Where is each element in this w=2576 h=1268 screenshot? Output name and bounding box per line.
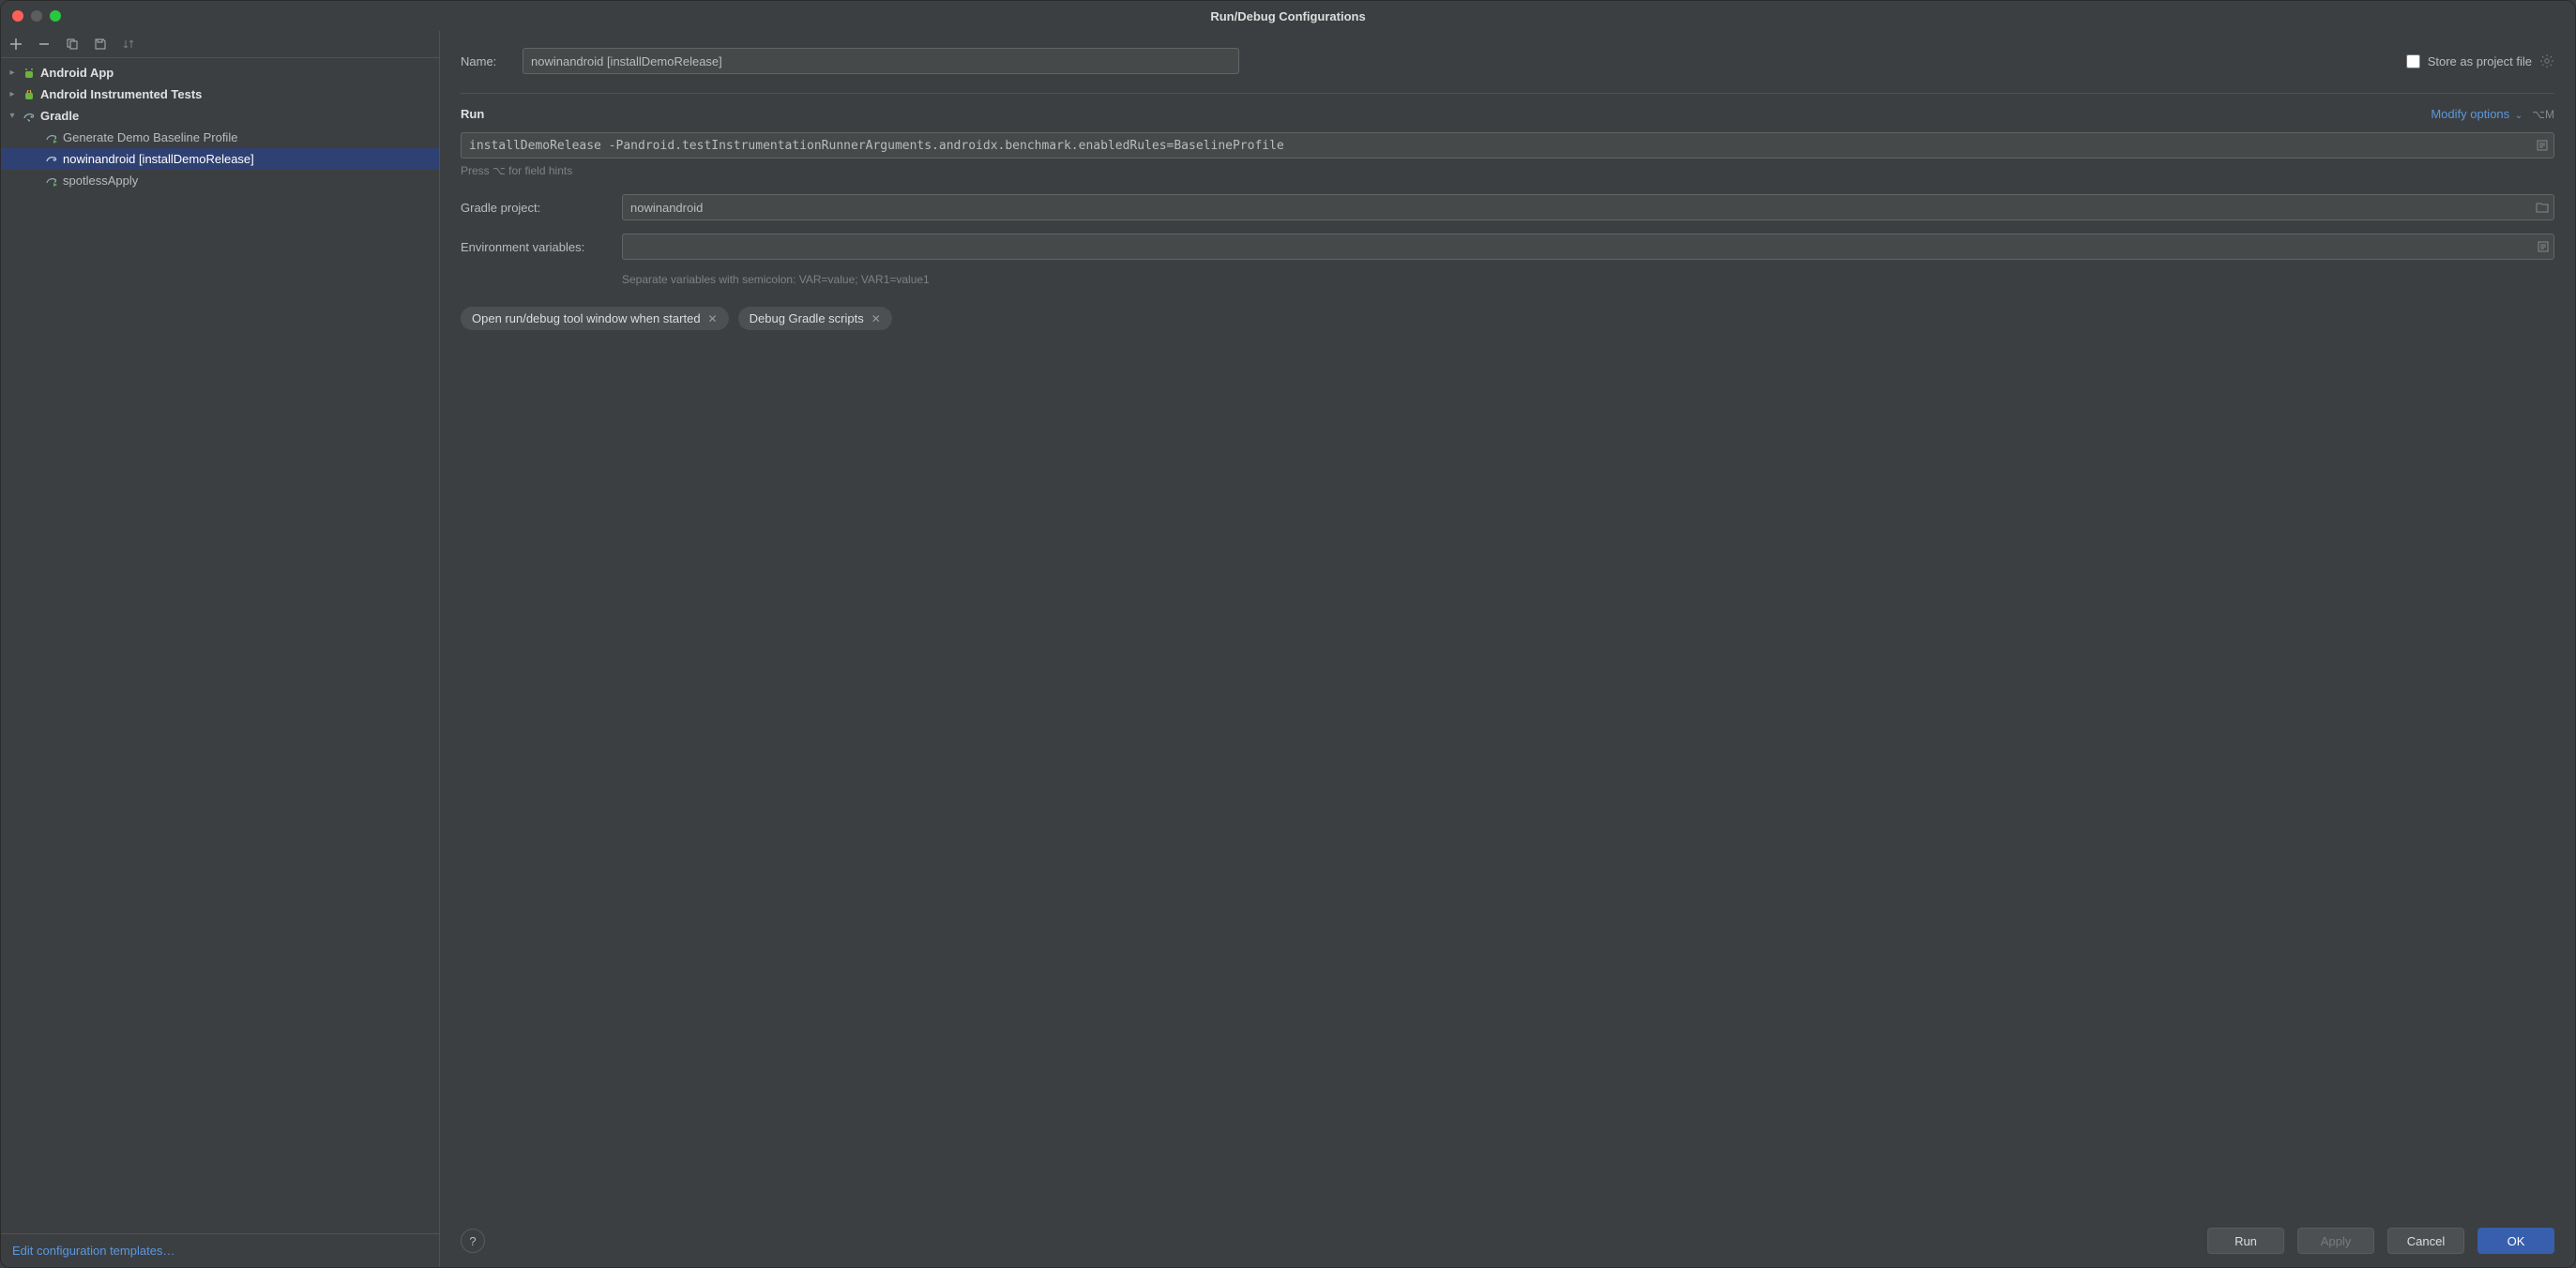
gradle-run-icon — [44, 130, 59, 145]
help-button[interactable]: ? — [461, 1229, 485, 1253]
chip-remove-icon[interactable]: ✕ — [871, 312, 881, 325]
tree-item-spotless-apply[interactable]: spotlessApply — [1, 170, 439, 191]
tree-group-android-tests[interactable]: ▸ Android Instrumented Tests — [1, 83, 439, 105]
run-section-header: Run Modify options ⌄ ⌥M — [461, 107, 2554, 121]
maximize-window-button[interactable] — [50, 10, 61, 22]
tree-label: Generate Demo Baseline Profile — [63, 130, 237, 144]
expand-field-icon[interactable] — [2537, 140, 2548, 151]
env-vars-row: Environment variables: — [461, 234, 2554, 260]
chevron-down-icon: ▾ — [7, 111, 18, 121]
tree-label: spotlessApply — [63, 174, 138, 188]
dialog-body: ▸ Android App ▸ Android Instrumented Tes… — [1, 31, 2575, 1267]
traffic-lights — [12, 10, 61, 22]
field-hint: Press ⌥ for field hints — [461, 164, 2554, 177]
apply-button[interactable]: Apply — [2297, 1228, 2374, 1254]
chevron-right-icon: ▸ — [7, 89, 18, 99]
gradle-icon — [44, 152, 59, 167]
divider — [461, 93, 2554, 94]
cancel-button[interactable]: Cancel — [2387, 1228, 2464, 1254]
tree-label: Android App — [40, 66, 114, 80]
gear-icon[interactable] — [2539, 53, 2554, 68]
copy-config-button[interactable] — [65, 37, 80, 52]
android-icon — [22, 66, 37, 81]
right-panel: Name: Store as project file Run Modify o… — [440, 31, 2575, 1267]
browse-folder-icon[interactable] — [2536, 202, 2549, 213]
remove-config-button[interactable] — [37, 37, 52, 52]
store-row: Store as project file — [2406, 53, 2554, 68]
edit-templates-link[interactable]: Edit configuration templates… — [12, 1244, 174, 1258]
tree-label: nowinandroid [installDemoRelease] — [63, 152, 254, 166]
edit-templates-container: Edit configuration templates… — [1, 1233, 439, 1267]
config-tree: ▸ Android App ▸ Android Instrumented Tes… — [1, 57, 439, 1233]
name-row: Name: Store as project file — [461, 48, 2554, 74]
modify-options-link[interactable]: Modify options ⌄ — [2431, 107, 2523, 121]
name-input[interactable] — [523, 48, 1239, 74]
expand-field-icon[interactable] — [2538, 241, 2549, 252]
modify-options-shortcut: ⌥M — [2532, 108, 2554, 121]
chip-label: Debug Gradle scripts — [750, 311, 864, 325]
action-buttons: Run Apply Cancel OK — [2207, 1228, 2554, 1254]
name-label: Name: — [461, 54, 506, 68]
gradle-run-icon — [44, 174, 59, 189]
option-chips: Open run/debug tool window when started … — [461, 307, 2554, 330]
gradle-project-label: Gradle project: — [461, 201, 622, 215]
dialog-window: Run/Debug Configurations — [0, 0, 2576, 1268]
chip-debug-gradle[interactable]: Debug Gradle scripts ✕ — [738, 307, 892, 330]
run-command-text: installDemoRelease -Pandroid.testInstrum… — [469, 139, 1284, 153]
dialog-footer: ? Run Apply Cancel OK — [440, 1215, 2575, 1267]
chip-label: Open run/debug tool window when started — [472, 311, 701, 325]
add-config-button[interactable] — [8, 37, 23, 52]
store-checkbox[interactable] — [2406, 54, 2420, 68]
sort-config-button[interactable] — [121, 37, 136, 52]
chip-remove-icon[interactable]: ✕ — [708, 312, 718, 325]
window-title: Run/Debug Configurations — [1210, 9, 1365, 23]
gradle-project-row: Gradle project: — [461, 194, 2554, 220]
android-test-icon — [22, 87, 37, 102]
close-window-button[interactable] — [12, 10, 23, 22]
run-title: Run — [461, 107, 484, 121]
ok-button[interactable]: OK — [2478, 1228, 2554, 1254]
chevron-down-icon: ⌄ — [2515, 111, 2523, 121]
tree-item-generate-baseline[interactable]: Generate Demo Baseline Profile — [1, 127, 439, 148]
chevron-right-icon: ▸ — [7, 68, 18, 78]
store-label: Store as project file — [2428, 54, 2532, 68]
gradle-project-input[interactable] — [622, 194, 2554, 220]
chip-open-tool-window[interactable]: Open run/debug tool window when started … — [461, 307, 729, 330]
run-button[interactable]: Run — [2207, 1228, 2284, 1254]
titlebar: Run/Debug Configurations — [1, 1, 2575, 31]
tree-group-gradle[interactable]: ▾ Gradle — [1, 105, 439, 127]
minimize-window-button[interactable] — [31, 10, 42, 22]
tree-label: Android Instrumented Tests — [40, 87, 202, 101]
env-vars-label: Environment variables: — [461, 240, 622, 254]
gradle-icon — [22, 109, 37, 124]
tree-label: Gradle — [40, 109, 79, 123]
config-toolbar — [1, 31, 439, 57]
env-vars-input[interactable] — [622, 234, 2554, 260]
run-command-input[interactable]: installDemoRelease -Pandroid.testInstrum… — [461, 132, 2554, 158]
save-config-button[interactable] — [93, 37, 108, 52]
left-panel: ▸ Android App ▸ Android Instrumented Tes… — [1, 31, 440, 1267]
tree-group-android-app[interactable]: ▸ Android App — [1, 62, 439, 83]
env-vars-note: Separate variables with semicolon: VAR=v… — [622, 273, 2554, 286]
tree-item-install-demo-release[interactable]: nowinandroid [installDemoRelease] — [1, 148, 439, 170]
